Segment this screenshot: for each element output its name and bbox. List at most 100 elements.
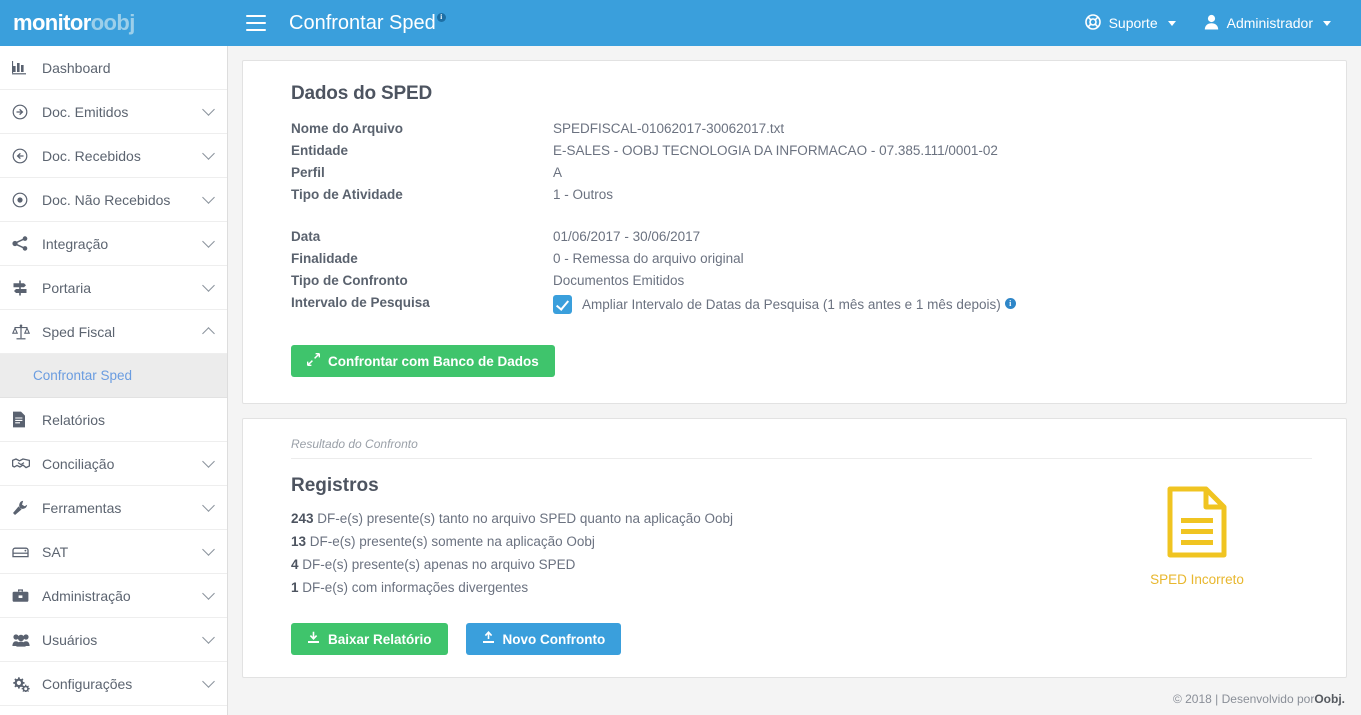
field-row: Finalidade 0 - Remessa do arquivo origin… — [291, 251, 1016, 273]
confrontar-banco-dados-label: Confrontar com Banco de Dados — [328, 353, 539, 369]
chevron-down-icon — [202, 279, 215, 292]
balance-scale-icon — [12, 323, 36, 341]
arrow-circle-right-icon — [12, 103, 36, 121]
sidebar-subitem-label: Confrontar Sped — [33, 368, 133, 383]
sidebar-item-label: Usuários — [42, 631, 98, 648]
registros-list: 243 DF-e(s) presente(s) tanto no arquivo… — [291, 507, 1082, 599]
registro-line: 4 DF-e(s) presente(s) apenas no arquivo … — [291, 553, 1082, 576]
printer-icon — [12, 543, 36, 561]
sidebar-item-relatorios[interactable]: Relatórios — [0, 398, 227, 442]
sidebar-item-label: Portaria — [42, 279, 92, 296]
sidebar-item-integracao[interactable]: Integração — [0, 222, 227, 266]
field-row: Tipo de Confronto Documentos Emitidos — [291, 273, 1016, 295]
sidebar-item-conciliacao[interactable]: Conciliação — [0, 442, 227, 486]
share-nodes-icon — [12, 235, 36, 253]
sidebar-item-ferramentas[interactable]: Ferramentas — [0, 486, 227, 530]
support-menu[interactable]: Suporte — [1071, 0, 1190, 46]
chevron-down-icon — [202, 235, 215, 248]
registro-line: 243 DF-e(s) presente(s) tanto no arquivo… — [291, 507, 1082, 530]
field-row: Tipo de Atividade 1 - Outros — [291, 187, 1016, 209]
arrow-circle-left-icon — [12, 147, 36, 165]
handshake-icon — [12, 455, 36, 473]
sidebar-item-label: Doc. Não Recebidos — [42, 191, 171, 208]
sidebar-item-label: SAT — [42, 543, 69, 560]
sidebar-item-label: Administração — [42, 587, 131, 604]
result-actions: Baixar Relatório Novo Confronto — [291, 623, 1082, 655]
page-title-info-icon[interactable]: i — [436, 12, 446, 22]
registro-count: 243 — [291, 511, 314, 526]
registro-text: DF-e(s) com informações divergentes — [302, 580, 529, 595]
field-value: A — [553, 165, 563, 180]
chevron-down-icon — [202, 675, 215, 688]
sped-data-card: Dados do SPED Nome do Arquivo SPEDFISCAL… — [242, 60, 1347, 404]
chevron-down-icon — [202, 103, 215, 116]
ampliar-intervalo-checkbox[interactable] — [553, 295, 572, 314]
sidebar-item-label: Ferramentas — [42, 499, 122, 516]
result-caption: Resultado do Confronto — [291, 437, 1312, 459]
status-indicator: SPED Incorreto — [1082, 459, 1312, 587]
registros-title: Registros — [291, 475, 379, 496]
chevron-down-icon — [202, 147, 215, 160]
sidebar-item-label: Sped Fiscal — [42, 323, 116, 340]
navbar-right-group: Suporte Administrador — [1071, 0, 1361, 46]
user-icon — [1204, 14, 1219, 33]
top-navbar: monitoroobj Confrontar Sped i Suporte Ad… — [0, 0, 1361, 46]
sidebar-subitem-confrontar-sped[interactable]: Confrontar Sped — [0, 354, 227, 398]
sidebar-item-label: Doc. Emitidos — [42, 103, 129, 120]
user-menu[interactable]: Administrador — [1190, 0, 1345, 46]
dot-circle-icon — [12, 191, 36, 209]
field-value: Ampliar Intervalo de Datas da Pesquisa (… — [553, 295, 1016, 321]
chevron-down-icon — [202, 587, 215, 600]
hamburger-icon[interactable] — [246, 15, 266, 31]
chevron-down-icon — [202, 191, 215, 204]
field-label: Perfil — [291, 165, 325, 180]
signpost-icon — [12, 279, 36, 297]
sidebar-item-doc-emitidos[interactable]: Doc. Emitidos — [0, 90, 227, 134]
chevron-down-icon — [202, 631, 215, 644]
download-icon — [307, 631, 320, 647]
main-content: Dados do SPED Nome do Arquivo SPEDFISCAL… — [228, 46, 1361, 715]
status-badge: SPED Incorreto — [1150, 572, 1244, 587]
field-label: Finalidade — [291, 251, 358, 266]
footer: © 2018 | Desenvolvido por Oobj. — [228, 683, 1361, 715]
sidebar-item-label: Configurações — [42, 675, 133, 692]
file-lines-icon — [12, 411, 36, 429]
registro-count: 4 — [291, 557, 299, 572]
sidebar-item-configuracoes[interactable]: Configurações — [0, 662, 227, 706]
sidebar-item-sped-fiscal[interactable]: Sped Fiscal — [0, 310, 227, 354]
result-card: Resultado do Confronto Registros 243 DF-… — [242, 418, 1347, 678]
sidebar-item-doc-recebidos[interactable]: Doc. Recebidos — [0, 134, 227, 178]
interval-info-icon[interactable]: i — [1004, 298, 1016, 309]
registro-text: DF-e(s) presente(s) somente na aplicação… — [309, 534, 595, 549]
sidebar-item-dashboard[interactable]: Dashboard — [0, 46, 227, 90]
sidebar-item-usuarios[interactable]: Usuários — [0, 618, 227, 662]
novo-confronto-button[interactable]: Novo Confronto — [465, 623, 622, 655]
compress-arrows-icon — [306, 352, 321, 369]
chevron-down-icon — [1323, 20, 1331, 26]
brand-logo[interactable]: monitoroobj — [0, 0, 228, 46]
field-row: Data 01/06/2017 - 30/06/2017 — [291, 209, 1016, 251]
registro-count: 13 — [291, 534, 307, 549]
field-value: E-SALES - OOBJ TECNOLOGIA DA INFORMACAO … — [553, 143, 998, 158]
field-label: Tipo de Confronto — [291, 273, 408, 288]
baixar-relatorio-button[interactable]: Baixar Relatório — [291, 623, 448, 655]
chevron-up-icon — [202, 326, 215, 340]
briefcase-icon — [12, 587, 36, 605]
sidebar-item-sat[interactable]: SAT — [0, 530, 227, 574]
sidebar-item-label: Doc. Recebidos — [42, 147, 141, 164]
footer-company: Oobj. — [1314, 692, 1345, 706]
users-icon — [12, 631, 36, 649]
sidebar-item-administracao[interactable]: Administração — [0, 574, 227, 618]
field-label: Entidade — [291, 143, 349, 158]
sidebar-item-portaria[interactable]: Portaria — [0, 266, 227, 310]
gears-icon — [12, 675, 36, 693]
registro-text: DF-e(s) presente(s) apenas no arquivo SP… — [302, 557, 576, 572]
sidebar-item-label: Conciliação — [42, 455, 115, 472]
sidebar-item-doc-nao-recebidos[interactable]: Doc. Não Recebidos — [0, 178, 227, 222]
brand-name-secondary: oobj — [90, 10, 136, 35]
support-label: Suporte — [1108, 15, 1158, 31]
field-value: 0 - Remessa do arquivo original — [553, 251, 744, 266]
confrontar-banco-dados-button[interactable]: Confrontar com Banco de Dados — [291, 345, 555, 377]
field-value: SPEDFISCAL-01062017-30062017.txt — [553, 121, 785, 136]
page-title-text: Confrontar Sped — [289, 11, 436, 34]
